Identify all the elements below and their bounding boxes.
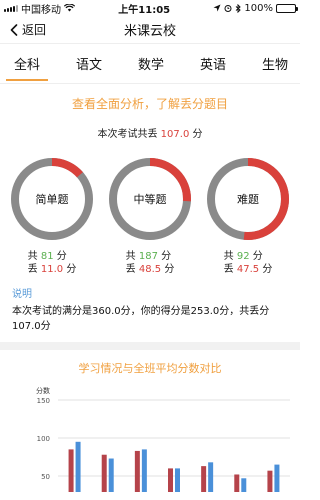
bar-class-average[interactable]: [208, 462, 214, 492]
back-button[interactable]: 返回: [0, 21, 46, 38]
y-tick-label: 50: [41, 473, 50, 481]
lost-row: 丢 48.5 分: [126, 263, 175, 276]
lost-total-prefix: 本次考试共丢: [97, 129, 158, 140]
lost-total-summary: 本次考试共丢 107.0 分: [0, 125, 300, 140]
analysis-headline[interactable]: 查看全面分析，了解丢分题目: [0, 95, 300, 112]
ring-stats-easy: 共 81 分 丢 11.0 分: [28, 250, 77, 276]
status-right: 100%: [213, 2, 298, 14]
lost-value-hard: 47.5: [236, 264, 260, 275]
tab-english[interactable]: 英语: [196, 46, 230, 81]
tab-math[interactable]: 数学: [134, 46, 168, 81]
ring-chart-easy: 简单题: [11, 158, 93, 240]
lost-unit: 分: [66, 264, 77, 275]
total-value-hard: 92: [236, 251, 250, 262]
ring-hard[interactable]: 难题 共 92 分 丢 47.5 分: [205, 156, 291, 276]
bar-student[interactable]: [201, 466, 207, 492]
total-prefix: 共: [125, 251, 136, 262]
ring-label-easy: 简单题: [36, 192, 69, 206]
lost-unit: 分: [164, 264, 175, 275]
lost-prefix: 丢: [223, 264, 234, 275]
section-divider: [0, 342, 300, 350]
ring-chart-medium: 中等题: [109, 158, 191, 240]
note-text: 本次考试的满分是360.0分，你的得分是253.0分，共丢分107.0分: [12, 306, 270, 332]
ring-easy[interactable]: 简单题 共 81 分 丢 11.0 分: [9, 156, 95, 276]
lost-total-value: 107.0: [160, 129, 190, 140]
total-row: 共 187 分: [126, 250, 175, 263]
ring-stats-hard: 共 92 分 丢 47.5 分: [224, 250, 273, 276]
chevron-left-icon: [10, 23, 18, 36]
comparison-bar-chart: 分数 50 100 150: [36, 386, 290, 492]
lost-row: 丢 47.5 分: [224, 263, 273, 276]
status-time: 上午11:05: [118, 4, 171, 16]
total-value-medium: 187: [138, 251, 158, 262]
bar-student[interactable]: [68, 449, 74, 492]
bar-student[interactable]: [267, 470, 273, 492]
carrier-label: 中国移动: [21, 4, 61, 16]
bar-student[interactable]: [168, 468, 173, 492]
alarm-icon: [224, 5, 232, 12]
back-label: 返回: [22, 23, 47, 37]
tab-chinese[interactable]: 语文: [72, 46, 106, 81]
lost-total-suffix: 分: [192, 129, 203, 140]
y-tick-label: 150: [37, 397, 50, 405]
subject-tabs: 全科 语文 数学 英语 生物: [0, 44, 300, 84]
y-tick-label: 100: [37, 435, 50, 443]
bar-class-average[interactable]: [75, 441, 81, 492]
bar-student[interactable]: [234, 474, 240, 492]
bar-class-average[interactable]: [108, 458, 114, 492]
ring-label-hard: 难题: [237, 193, 259, 206]
bar-class-average[interactable]: [274, 464, 280, 492]
signal-icon: [4, 4, 18, 12]
lost-unit: 分: [262, 264, 273, 275]
lost-row: 丢 11.0 分: [28, 263, 77, 276]
ring-chart-hard: 难题: [207, 158, 289, 240]
total-row: 共 92 分: [224, 250, 273, 263]
lost-value-easy: 11.0: [40, 264, 64, 275]
tab-all[interactable]: 全科: [5, 46, 49, 81]
status-left: 中国移动: [4, 1, 75, 16]
total-prefix: 共: [27, 251, 38, 262]
status-bar: 中国移动 上午11:05 100%: [0, 0, 300, 16]
location-icon: [213, 4, 221, 12]
y-axis-label: 分数: [36, 386, 50, 395]
nav-bar: 返回 米课云校: [0, 16, 300, 44]
bar-class-average[interactable]: [241, 478, 247, 492]
battery-percent: 100%: [244, 2, 273, 14]
total-unit: 分: [161, 251, 172, 262]
lost-value-medium: 48.5: [138, 264, 162, 275]
battery-icon: [276, 3, 298, 13]
ring-medium[interactable]: 中等题 共 187 分 丢 48.5 分: [107, 156, 193, 276]
total-unit: 分: [56, 251, 67, 262]
total-value-easy: 81: [40, 251, 54, 262]
ring-label-medium: 中等题: [134, 192, 167, 206]
chart-title: 学习情况与全班平均分数对比: [78, 362, 222, 375]
lost-prefix: 丢: [125, 264, 136, 275]
bar-class-average[interactable]: [141, 449, 147, 492]
note-title: 说明: [12, 289, 32, 300]
bar-class-average[interactable]: [175, 468, 180, 492]
bluetooth-icon: [236, 3, 242, 13]
bar-student[interactable]: [134, 450, 140, 492]
total-row: 共 81 分: [28, 250, 77, 263]
wifi-icon: [64, 4, 75, 12]
total-prefix: 共: [223, 251, 234, 262]
total-unit: 分: [252, 251, 263, 262]
tab-biology[interactable]: 生物: [258, 46, 292, 81]
bar-student[interactable]: [101, 454, 107, 492]
ring-stats-medium: 共 187 分 丢 48.5 分: [126, 250, 175, 276]
lost-prefix: 丢: [27, 264, 38, 275]
difficulty-rings: 简单题 共 81 分 丢 11.0 分 中等题 共 187 分 丢 48.5 分…: [0, 156, 300, 276]
